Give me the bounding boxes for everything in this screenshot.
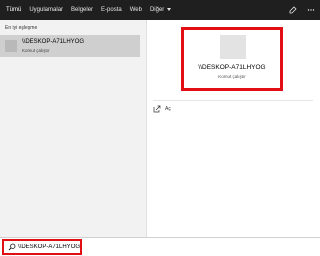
run-command-icon: [5, 40, 17, 52]
open-icon: [153, 105, 161, 113]
results-panel: En iyi eşleşme \\DESKOP-A71LHYOG Komut ç…: [0, 20, 146, 237]
tab-more-label: Diğer: [149, 7, 165, 13]
feedback-icon[interactable]: [284, 0, 302, 20]
best-match-item[interactable]: \\DESKOP-A71LHYOG Komut çalıştır: [0, 35, 140, 57]
search-icon: [7, 242, 16, 252]
open-action[interactable]: Aç: [153, 104, 171, 114]
tab-web[interactable]: Web: [126, 0, 146, 20]
search-box[interactable]: [2, 239, 82, 255]
chevron-down-icon: [167, 7, 172, 11]
tab-all[interactable]: Tümü: [0, 0, 25, 20]
tab-email[interactable]: E-posta: [97, 0, 126, 20]
best-match-heading: En iyi eşleşme: [5, 25, 38, 31]
preview-title: \\DESKOP-A71LHYOG: [198, 64, 266, 71]
preview-divider: [153, 100, 313, 101]
run-command-large-icon: [220, 35, 246, 59]
topbar-actions: [284, 0, 320, 20]
preview-card: \\DESKOP-A71LHYOG Komut çalıştır: [181, 27, 283, 91]
search-filter-bar: Tümü Uygulamalar Belgeler E-posta Web Di…: [0, 0, 320, 20]
preview-panel: \\DESKOP-A71LHYOG Komut çalıştır Aç: [147, 20, 320, 237]
tab-apps[interactable]: Uygulamalar: [25, 0, 67, 20]
best-match-title: \\DESKOP-A71LHYOG: [22, 39, 85, 45]
best-match-subtitle: Komut çalıştır: [22, 48, 50, 53]
tab-more[interactable]: Diğer: [146, 0, 175, 20]
more-icon[interactable]: [302, 0, 320, 20]
tab-documents[interactable]: Belgeler: [67, 0, 97, 20]
open-action-label: Aç: [165, 106, 171, 112]
search-input[interactable]: [18, 244, 80, 250]
taskbar-search-bar: [0, 237, 320, 256]
preview-subtitle: Komut çalıştır: [218, 74, 246, 79]
